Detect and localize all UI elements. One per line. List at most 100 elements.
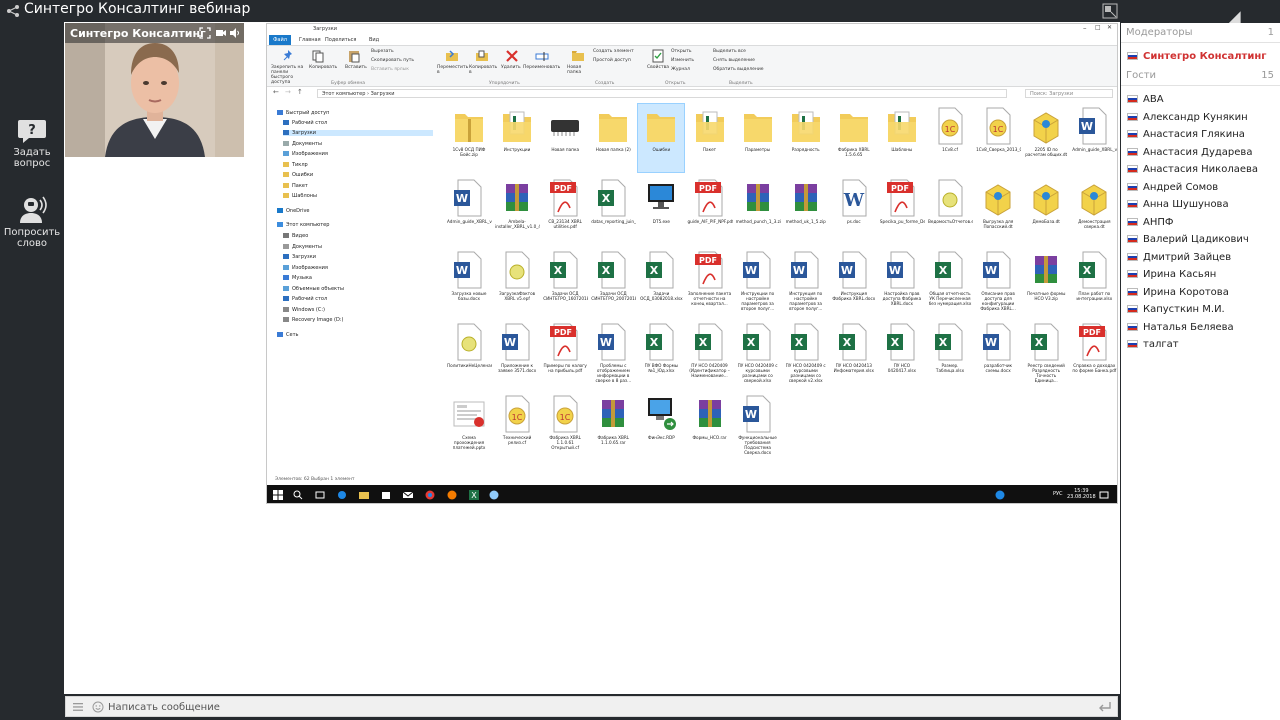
window-minimize-icon[interactable]: – [1083, 24, 1087, 32]
file-item[interactable]: W Настройка прав доступа Фабрика XBRL.doc… [879, 248, 925, 316]
file-item[interactable]: ВедомостьОтчетов.epf [927, 176, 973, 244]
nav-quick-access[interactable]: Быстрый доступ [277, 110, 329, 116]
file-item[interactable]: 1Cv8 ОСД ПИФ Бойс.zip [446, 104, 492, 172]
window-maximize-icon[interactable]: □ [1095, 24, 1101, 31]
file-item[interactable]: Ошибки [637, 103, 686, 173]
emoji-icon[interactable] [92, 701, 104, 713]
guest-item[interactable]: Анастасия Дударева [1127, 147, 1252, 163]
file-item[interactable]: 1C 1Cv8_Сверка_2013_06_01_1105.cf [975, 104, 1021, 172]
camera-icon[interactable] [215, 27, 227, 39]
file-item[interactable]: X ПУ НСО 0420409 с курсовыми разницами со… [783, 320, 829, 388]
nav-pictures-2[interactable]: Изображения [283, 265, 328, 271]
taskbar-search-icon[interactable] [293, 490, 303, 500]
nav-pictures[interactable]: Изображения [283, 151, 328, 157]
nav-video[interactable]: Видео [283, 233, 308, 239]
speaker-icon[interactable] [229, 27, 241, 39]
file-item[interactable]: PDF Примеры по налогу на прибыль.pdf [542, 320, 588, 388]
mail-icon[interactable] [403, 490, 413, 500]
nav-folder-templates[interactable]: Шаблоны [283, 193, 317, 199]
file-item[interactable]: W Приложение к заявке 3571.docx [494, 320, 540, 388]
file-item[interactable]: Схема прохождения платежей.pptx [446, 392, 492, 460]
task-view-icon[interactable] [315, 490, 325, 500]
file-item[interactable]: Wразработчик схемы.docx [975, 320, 1021, 388]
file-item[interactable]: Новая папка (2) [590, 104, 636, 172]
copy-icon[interactable] [311, 49, 325, 63]
file-item[interactable]: Разрядность [783, 104, 829, 172]
file-item[interactable]: PDF Справка о доходах по форме Банка.pdf [1071, 320, 1117, 388]
file-item[interactable]: X План работ по интеграции.xlsx [1071, 248, 1117, 316]
ribbon-paste-shortcut-label[interactable]: Вставить ярлык [371, 67, 409, 72]
share-icon[interactable] [6, 4, 20, 18]
tab-file[interactable]: Файл [269, 35, 291, 45]
ribbon-properties-label[interactable]: Свойства [647, 65, 669, 70]
nav-3d-objects[interactable]: Объемные объекты [283, 286, 344, 292]
nav-documents[interactable]: Документы [283, 141, 322, 147]
ribbon-history-label[interactable]: Журнал [671, 67, 690, 72]
file-item[interactable]: X ПУ НСО 0420417.xlsx [879, 320, 925, 388]
ribbon-pin-label[interactable]: Закрепить на панели быстрого доступа [271, 65, 307, 85]
file-item[interactable]: X Размер. Таблица.xlsx [927, 320, 973, 388]
file-item[interactable]: Формы_НСО.rar [687, 392, 733, 460]
file-item[interactable]: DT5.exe [638, 176, 684, 244]
windows-start-icon[interactable] [273, 490, 283, 500]
file-item[interactable]: 1C Фабрика XBRL 1.1.0.61 Открытый.cf [542, 392, 588, 460]
ribbon-delete-label[interactable]: Удалить [501, 65, 521, 70]
move-to-icon[interactable] [445, 49, 459, 63]
rename-icon[interactable] [535, 49, 549, 63]
file-item[interactable]: Новая папка [542, 104, 588, 172]
nav-drive-d[interactable]: Recovery Image (D:) [283, 317, 343, 323]
file-item[interactable]: W Проблемы с отображением информации в св… [590, 320, 636, 388]
nav-folder-errors[interactable]: Ошибки [283, 172, 313, 178]
ribbon-easyaccess-label[interactable]: Простой доступ [593, 58, 631, 63]
store-icon[interactable] [381, 490, 391, 500]
file-item[interactable]: W Инструкция Фабрика XBRL.docx [831, 248, 877, 316]
file-item[interactable]: 2205 ID по расчетам общих.dt [1023, 104, 1069, 172]
excel-taskbar-icon[interactable]: X [469, 490, 479, 500]
file-item[interactable]: W Инструкция по настройке параметров за в… [783, 248, 829, 316]
nav-folder-tick[interactable]: Тиклр [283, 162, 308, 168]
layout-toggle-icon[interactable] [1102, 3, 1118, 19]
ribbon-cut-label[interactable]: Вырезать [371, 49, 394, 54]
forward-arrow-icon[interactable]: → [285, 88, 291, 96]
back-arrow-icon[interactable]: ← [273, 88, 279, 96]
file-item[interactable]: ДемоБаза.dt [1023, 176, 1069, 244]
file-item[interactable]: W Описание прав доступа для конфигурации … [975, 248, 1021, 316]
pin-icon[interactable] [281, 49, 295, 63]
guest-item[interactable]: Анастасия Николаева [1127, 164, 1258, 180]
ribbon-copy-label[interactable]: Копировать [309, 65, 337, 70]
guest-item[interactable]: Анастасия Глякина [1127, 129, 1245, 145]
chrome-icon[interactable] [425, 490, 435, 500]
guest-item[interactable]: Капусткин М.И. [1127, 304, 1225, 320]
file-item[interactable]: X Задачи ОСД_03082018.xlsx [638, 248, 684, 316]
file-item[interactable]: Пакет [687, 104, 733, 172]
guest-item[interactable]: АНПФ [1127, 217, 1174, 233]
nav-folder-packet[interactable]: Пакет [283, 183, 308, 189]
delete-icon[interactable] [505, 49, 519, 63]
file-item[interactable]: X Задачи ОСД СИНТЕГРО_16072018.xlsx [542, 248, 588, 316]
expand-video-icon[interactable] [199, 27, 211, 39]
file-item[interactable]: PDF Заполнение пакета отчетности на конец… [687, 248, 733, 316]
explorer-search[interactable]: Поиск: Загрузки [1025, 89, 1113, 98]
file-item[interactable]: Фабрика XBRL 1.5.6.65 [831, 104, 877, 172]
file-item[interactable]: Печатные формы НСО V3.zip [1023, 248, 1069, 316]
ribbon-move-label[interactable]: Переместить в [437, 65, 468, 75]
guest-item[interactable]: талгат [1127, 339, 1179, 355]
file-item[interactable]: Фабрика XBRL 1.1.0.65.rar [590, 392, 636, 460]
file-item[interactable]: PDF guide_AIF_PIF_NPF.pdf [687, 176, 733, 244]
file-item[interactable]: W Инструкции по настройке параметров за в… [735, 248, 781, 316]
file-item[interactable]: Xdatas_reporting_juin_2018.xlsx [590, 176, 636, 244]
file-item[interactable]: Инструкции [494, 104, 540, 172]
file-item[interactable]: X ПУ НСО 0420409 (Идентификатор – Наимено… [687, 320, 733, 388]
file-item[interactable]: X ПУ ВФО Формы №1_Юд.xlsx [638, 320, 684, 388]
window-close-icon[interactable]: ✕ [1107, 24, 1112, 31]
ribbon-newfolder-label[interactable]: Новая папка [567, 65, 589, 75]
file-item[interactable]: ЗагрузкаФактов XBRL v5.epf [494, 248, 540, 316]
file-item[interactable]: W Admin_guide_XBRL_v1.0_общий_SuperWiki.d… [1071, 104, 1117, 172]
tab-view[interactable]: Вид [369, 37, 379, 43]
file-item[interactable]: 1C 1Cv8.cf [927, 104, 973, 172]
tab-share[interactable]: Поделиться [325, 37, 356, 43]
new-folder-icon[interactable] [571, 49, 585, 63]
file-item[interactable]: Шаблоны [879, 104, 925, 172]
file-item[interactable]: ФинЭкс.RDP [638, 392, 684, 460]
file-item[interactable]: ПолитикиНеЦеленаяЭскалацияОтчета.epf [446, 320, 492, 388]
